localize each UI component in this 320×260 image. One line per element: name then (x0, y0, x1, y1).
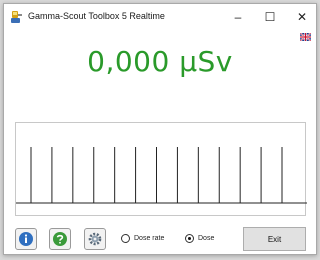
radio-dose-rate[interactable]: Dose rate (121, 234, 164, 243)
gear-icon (88, 232, 102, 246)
info-icon (19, 232, 33, 246)
help-icon (53, 232, 67, 246)
pulse-graph (15, 122, 307, 216)
close-button[interactable]: ✕ (286, 4, 318, 30)
radio-dose-label: Dose (198, 235, 215, 242)
app-window: Gamma-Scout Toolbox 5 Realtime – ☐ ✕ 0,0… (3, 3, 317, 255)
help-button[interactable] (49, 228, 71, 250)
radio-dose-rate-label: Dose rate (134, 235, 165, 242)
dose-reading: 0,000 µSv (87, 45, 233, 78)
radio-dose-circle[interactable] (185, 234, 194, 243)
maximize-button[interactable]: ☐ (254, 4, 286, 30)
app-logo-icon (11, 11, 22, 23)
title-bar[interactable]: Gamma-Scout Toolbox 5 Realtime – ☐ ✕ (4, 4, 316, 30)
window-title: Gamma-Scout Toolbox 5 Realtime (28, 11, 165, 21)
radio-dose[interactable]: Dose (185, 234, 214, 243)
settings-button[interactable] (84, 228, 106, 250)
radio-dose-rate-circle[interactable] (121, 234, 130, 243)
exit-button[interactable]: Exit (243, 227, 306, 251)
bottom-toolbar: Dose rate Dose Exit (4, 220, 316, 254)
info-button[interactable] (15, 228, 37, 250)
minimize-button[interactable]: – (222, 4, 254, 30)
